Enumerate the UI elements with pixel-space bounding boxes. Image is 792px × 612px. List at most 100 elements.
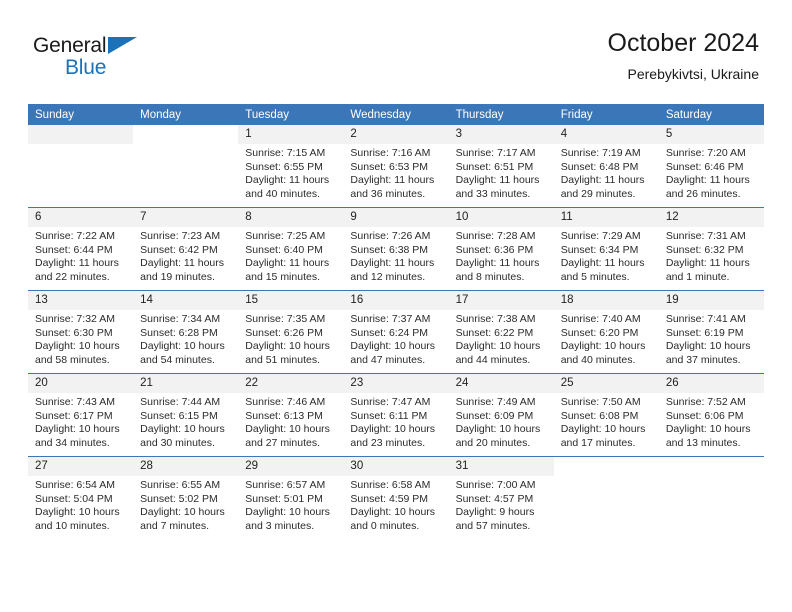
day-number: 4 [553,125,659,144]
day-details: Sunrise: 7:37 AM Sunset: 6:24 PM Daylight:… [343,310,448,367]
calendar-day-cell[interactable]: 7 Sunrise: 7:23 AM Sunset: 6:42 PM Daylight… [133,207,239,291]
day-number: 16 [343,291,449,310]
sunset-text: Sunset: 6:36 PM [455,243,534,256]
logo-text-general: General [33,34,107,57]
calendar-day-cell[interactable]: 20 Sunrise: 7:43 AM Sunset: 6:17 PM Dayligh… [28,373,134,457]
sunrise-text: Sunrise: 6:55 AM [140,479,221,491]
day-number: 30 [343,457,449,476]
sunset-text: Sunset: 6:09 PM [455,409,534,422]
day-cell-inner: 26 Sunrise: 7:52 AM Sunset: 6:06 PM Dayligh… [658,374,764,456]
day-details: Sunrise: 6:54 AM Sunset: 5:04 PM Daylight:… [28,476,133,533]
day-number: 9 [343,208,449,227]
calendar-day-cell[interactable]: 17 Sunrise: 7:38 AM Sunset: 6:22 PM Dayligh… [448,290,554,374]
calendar-day-cell[interactable]: 16 Sunrise: 7:37 AM Sunset: 6:24 PM Dayligh… [343,290,449,374]
sunrise-text: Sunrise: 7:26 AM [350,230,431,242]
weekday-header-saturday: Saturday [658,104,764,125]
day-cell-inner: 14 Sunrise: 7:34 AM Sunset: 6:28 PM Dayligh… [133,291,239,373]
sunrise-text: Sunrise: 7:32 AM [35,313,115,325]
daylight-text: Daylight: 10 hours and 54 minutes. [140,340,225,366]
calendar-day-cell[interactable]: 3 Sunrise: 7:17 AM Sunset: 6:51 PM Daylight… [448,125,554,208]
calendar-day-cell[interactable]: 12 Sunrise: 7:31 AM Sunset: 6:32 PM Dayligh… [658,207,764,291]
sunrise-text: Sunrise: 7:43 AM [35,396,115,408]
calendar-day-cell[interactable]: 18 Sunrise: 7:40 AM Sunset: 6:20 PM Dayligh… [553,290,659,374]
calendar-day-cell[interactable]: 4 Sunrise: 7:19 AM Sunset: 6:48 PM Daylight… [553,125,659,208]
calendar-day-cell[interactable]: 10 Sunrise: 7:28 AM Sunset: 6:36 PM Dayligh… [448,207,554,291]
calendar-day-cell[interactable]: 27 Sunrise: 6:54 AM Sunset: 5:04 PM Dayligh… [28,456,134,539]
calendar-day-cell[interactable]: 31 Sunrise: 7:00 AM Sunset: 4:57 PM Dayligh… [448,456,554,539]
day-cell-inner: 30 Sunrise: 6:58 AM Sunset: 4:59 PM Dayligh… [343,457,449,539]
day-cell-inner: 31 Sunrise: 7:00 AM Sunset: 4:57 PM Dayligh… [448,457,554,539]
title-block: October 2024 Perebykivtsi, Ukraine [608,28,760,84]
sunrise-text: Sunrise: 7:31 AM [665,230,746,242]
sunset-text: Sunset: 5:04 PM [35,492,113,505]
calendar-day-cell[interactable]: 1 Sunrise: 7:15 AM Sunset: 6:55 PM Daylight… [238,125,344,208]
sunset-text: Sunset: 6:48 PM [560,160,639,173]
day-cell-inner: 6 Sunrise: 7:22 AM Sunset: 6:44 PM Daylight… [28,208,134,290]
logo-top-row: General [33,34,243,58]
calendar-week-row: 6 Sunrise: 7:22 AM Sunset: 6:44 PM Daylight… [28,207,764,291]
day-cell-inner: 2 Sunrise: 7:16 AM Sunset: 6:53 PM Daylight… [343,125,449,207]
sunrise-text: Sunrise: 6:54 AM [35,479,115,491]
day-number: 5 [658,125,764,144]
calendar-day-cell[interactable]: 21 Sunrise: 7:44 AM Sunset: 6:15 PM Dayligh… [133,373,239,457]
sunrise-text: Sunrise: 7:00 AM [455,479,536,491]
sunset-text: Sunset: 6:53 PM [350,160,429,173]
day-details: Sunrise: 7:28 AM Sunset: 6:36 PM Daylight:… [449,227,554,284]
daylight-text: Daylight: 11 hours and 8 minutes. [455,257,540,283]
day-details: Sunrise: 6:57 AM Sunset: 5:01 PM Daylight:… [238,476,343,533]
day-details: Sunrise: 7:23 AM Sunset: 6:42 PM Daylight:… [133,227,238,284]
daylight-text: Daylight: 10 hours and 3 minutes. [245,506,330,532]
sunset-text: Sunset: 6:55 PM [245,160,323,173]
daylight-text: Daylight: 11 hours and 36 minutes. [350,174,435,200]
day-details: Sunrise: 7:00 AM Sunset: 4:57 PM Daylight:… [449,476,554,533]
calendar-day-cell[interactable]: 24 Sunrise: 7:49 AM Sunset: 6:09 PM Dayligh… [448,373,554,457]
day-number: 10 [448,208,554,227]
day-number: 31 [448,457,554,476]
calendar-day-cell[interactable]: 26 Sunrise: 7:52 AM Sunset: 6:06 PM Dayligh… [658,373,764,457]
sunrise-text: Sunrise: 7:35 AM [245,313,326,325]
sunrise-text: Sunrise: 7:16 AM [350,147,431,159]
sunrise-text: Sunrise: 7:28 AM [455,230,536,242]
calendar-day-cell[interactable]: 19 Sunrise: 7:41 AM Sunset: 6:19 PM Dayligh… [658,290,764,374]
sunrise-text: Sunrise: 7:22 AM [35,230,115,242]
day-cell-inner: 16 Sunrise: 7:37 AM Sunset: 6:24 PM Dayligh… [343,291,449,373]
calendar-day-cell[interactable]: 13 Sunrise: 7:32 AM Sunset: 6:30 PM Dayligh… [28,290,134,374]
calendar-day-cell[interactable]: 22 Sunrise: 7:46 AM Sunset: 6:13 PM Dayligh… [238,373,344,457]
day-cell-inner: 17 Sunrise: 7:38 AM Sunset: 6:22 PM Dayligh… [448,291,554,373]
calendar-day-cell[interactable]: 23 Sunrise: 7:47 AM Sunset: 6:11 PM Dayligh… [343,373,449,457]
sunset-text: Sunset: 6:06 PM [665,409,744,422]
sunset-text: Sunset: 6:22 PM [455,326,534,339]
calendar-day-cell[interactable]: 14 Sunrise: 7:34 AM Sunset: 6:28 PM Dayligh… [133,290,239,374]
calendar-day-cell[interactable]: 15 Sunrise: 7:35 AM Sunset: 6:26 PM Dayligh… [238,290,344,374]
weekday-header-monday: Monday [133,104,239,125]
calendar-week-row: 13 Sunrise: 7:32 AM Sunset: 6:30 PM Dayligh… [28,290,764,374]
daylight-text: Daylight: 10 hours and 51 minutes. [245,340,330,366]
calendar-day-cell[interactable]: 9 Sunrise: 7:26 AM Sunset: 6:38 PM Daylight… [343,207,449,291]
sunrise-text: Sunrise: 7:38 AM [455,313,536,325]
calendar-day-cell[interactable]: 28 Sunrise: 6:55 AM Sunset: 5:02 PM Dayligh… [133,456,239,539]
daylight-text: Daylight: 11 hours and 33 minutes. [455,174,540,200]
day-details: Sunrise: 7:46 AM Sunset: 6:13 PM Daylight:… [238,393,343,450]
calendar-day-cell[interactable]: 30 Sunrise: 6:58 AM Sunset: 4:59 PM Dayligh… [343,456,449,539]
day-cell-inner: 27 Sunrise: 6:54 AM Sunset: 5:04 PM Dayligh… [28,457,134,539]
calendar-day-cell[interactable]: 2 Sunrise: 7:16 AM Sunset: 6:53 PM Daylight… [343,125,449,208]
day-details: Sunrise: 7:34 AM Sunset: 6:28 PM Daylight:… [133,310,238,367]
day-details: Sunrise: 7:40 AM Sunset: 6:20 PM Daylight:… [554,310,659,367]
day-cell-inner: 9 Sunrise: 7:26 AM Sunset: 6:38 PM Daylight… [343,208,449,290]
day-number: 7 [133,208,239,227]
calendar-day-cell[interactable]: 25 Sunrise: 7:50 AM Sunset: 6:08 PM Dayligh… [553,373,659,457]
sunset-text: Sunset: 6:13 PM [245,409,323,422]
calendar-day-cell[interactable]: 5 Sunrise: 7:20 AM Sunset: 6:46 PM Daylight… [658,125,764,208]
calendar-day-cell[interactable]: 8 Sunrise: 7:25 AM Sunset: 6:40 PM Daylight… [238,207,344,291]
day-details: Sunrise: 7:20 AM Sunset: 6:46 PM Daylight:… [659,144,764,201]
daylight-text: Daylight: 10 hours and 0 minutes. [350,506,436,532]
calendar-day-cell[interactable]: 6 Sunrise: 7:22 AM Sunset: 6:44 PM Daylight… [28,207,134,291]
sunrise-text: Sunrise: 7:23 AM [140,230,221,242]
day-number [133,125,238,144]
day-cell-inner: 1 Sunrise: 7:15 AM Sunset: 6:55 PM Daylight… [238,125,344,207]
calendar-day-cell[interactable]: 29 Sunrise: 6:57 AM Sunset: 5:01 PM Dayligh… [238,456,344,539]
page-subtitle-location: Perebykivtsi, Ukraine [627,66,760,82]
day-details: Sunrise: 7:17 AM Sunset: 6:51 PM Daylight:… [449,144,554,201]
calendar-day-cell[interactable]: 11 Sunrise: 7:29 AM Sunset: 6:34 PM Dayligh… [553,207,659,291]
general-blue-logo[interactable]: General Blue [33,34,243,82]
